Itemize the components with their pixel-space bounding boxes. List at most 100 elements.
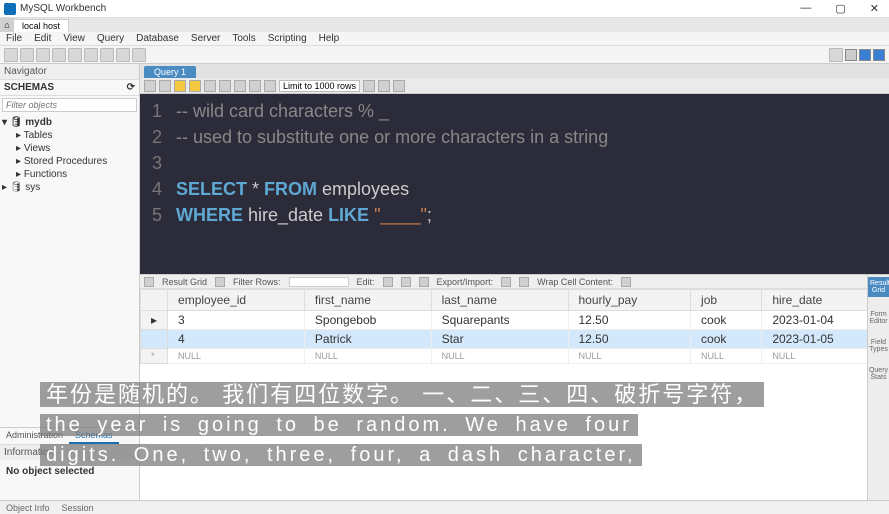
menu-file[interactable]: File [6, 33, 22, 44]
status-session[interactable]: Session [62, 503, 94, 513]
edit-icon[interactable] [419, 277, 429, 287]
info-header: Information [0, 444, 139, 460]
tb-icon[interactable] [393, 80, 405, 92]
window-titlebar: MySQL Workbench — ▢ ✕ [0, 0, 889, 18]
edit-icon[interactable] [401, 277, 411, 287]
tree-sys[interactable]: ▸ 🛢 sys [2, 181, 137, 194]
maximize-button[interactable]: ▢ [829, 2, 851, 15]
schema-tree: ▾ 🛢 mydb ▸ Tables ▸ Views ▸ Stored Proce… [0, 114, 139, 427]
tree-views[interactable]: ▸ Views [2, 142, 137, 155]
result-toolbar: Result Grid Filter Rows: Edit: Export/Im… [140, 275, 889, 289]
query-toolbar: Limit to 1000 rows [140, 78, 889, 94]
menu-help[interactable]: Help [319, 33, 340, 44]
schemas-label: SCHEMAS [4, 82, 54, 93]
query-tabs: Query 1 [140, 64, 889, 78]
tree-sp[interactable]: ▸ Stored Procedures [2, 155, 137, 168]
result-side-panel: Result Grid Form Editor Field Types Quer… [867, 275, 889, 500]
minimize-button[interactable]: — [794, 2, 817, 15]
panel-toggle[interactable] [873, 49, 885, 61]
tb-icon[interactable] [100, 48, 114, 62]
tb-icon[interactable] [36, 48, 50, 62]
panel-toggle[interactable] [845, 49, 857, 61]
filter-rows-input[interactable] [289, 277, 349, 287]
execute-step-icon[interactable] [189, 80, 201, 92]
editor-area: Query 1 Limit to 1000 rows 1-- wild card… [140, 64, 889, 500]
result-grid[interactable]: employee_id first_name last_name hourly_… [140, 289, 889, 364]
query-tab[interactable]: Query 1 [144, 66, 196, 78]
tb-icon[interactable] [84, 48, 98, 62]
tb-icon[interactable] [234, 80, 246, 92]
refresh-icon[interactable]: ⟳ [127, 82, 135, 93]
filter-rows-label: Filter Rows: [233, 277, 281, 287]
tb-icon[interactable] [249, 80, 261, 92]
sp-field-types[interactable]: Field Types [868, 339, 889, 353]
open-sql-icon[interactable] [20, 48, 34, 62]
open-icon[interactable] [144, 80, 156, 92]
edit-icon[interactable] [383, 277, 393, 287]
edit-label: Edit: [357, 277, 375, 287]
navigator-sidebar: Navigator SCHEMAS ⟳ ▾ 🛢 mydb ▸ Tables ▸ … [0, 64, 140, 500]
tree-func[interactable]: ▸ Functions [2, 168, 137, 181]
app-icon [4, 3, 16, 15]
grid-icon[interactable] [144, 277, 154, 287]
menu-query[interactable]: Query [97, 33, 124, 44]
sql-editor[interactable]: 1-- wild card characters % _ 2-- used to… [140, 94, 889, 274]
col-first-name[interactable]: first_name [304, 290, 431, 311]
menu-tools[interactable]: Tools [232, 33, 255, 44]
tb-icon[interactable] [132, 48, 146, 62]
import-icon[interactable] [519, 277, 529, 287]
col-hourly-pay[interactable]: hourly_pay [568, 290, 691, 311]
new-sql-icon[interactable] [4, 48, 18, 62]
table-row-new[interactable]: * NULLNULLNULLNULLNULLNULL [141, 349, 889, 364]
sp-result-grid[interactable]: Result Grid [868, 277, 889, 297]
col-last-name[interactable]: last_name [431, 290, 568, 311]
execute-icon[interactable] [174, 80, 186, 92]
tb-icon[interactable] [829, 48, 843, 62]
panel-toggle[interactable] [859, 49, 871, 61]
menu-server[interactable]: Server [191, 33, 220, 44]
main-toolbar [0, 46, 889, 64]
export-label: Export/Import: [437, 277, 494, 287]
window-title: MySQL Workbench [20, 3, 106, 14]
tb-icon[interactable] [68, 48, 82, 62]
menu-edit[interactable]: Edit [34, 33, 51, 44]
sp-query-stats[interactable]: Query Stats [868, 367, 889, 381]
explain-icon[interactable] [204, 80, 216, 92]
menu-view[interactable]: View [63, 33, 85, 44]
navigator-title: Navigator [0, 64, 139, 80]
connection-tabs: ⌂ local host [0, 18, 889, 32]
result-grid-label: Result Grid [162, 277, 207, 287]
menu-scripting[interactable]: Scripting [268, 33, 307, 44]
export-icon[interactable] [501, 277, 511, 287]
tb-icon[interactable] [378, 80, 390, 92]
menu-database[interactable]: Database [136, 33, 179, 44]
close-button[interactable]: ✕ [864, 2, 885, 15]
stop-icon[interactable] [219, 80, 231, 92]
tb-icon[interactable] [116, 48, 130, 62]
sp-form-editor[interactable]: Form Editor [868, 311, 889, 325]
tb-icon[interactable] [363, 80, 375, 92]
status-object-info[interactable]: Object Info [6, 503, 50, 513]
tree-tables[interactable]: ▸ Tables [2, 129, 137, 142]
col-employee-id[interactable]: employee_id [168, 290, 305, 311]
schemas-header: SCHEMAS ⟳ [0, 80, 139, 96]
connection-tab[interactable]: local host [14, 19, 69, 32]
filter-icon[interactable] [215, 277, 225, 287]
tab-schemas[interactable]: Schemas [69, 428, 119, 444]
col-job[interactable]: job [691, 290, 762, 311]
save-icon[interactable] [159, 80, 171, 92]
table-row[interactable]: ▸ 3SpongebobSquarepants12.50cook2023-01-… [141, 311, 889, 330]
table-row[interactable]: 4PatrickStar12.50cook2023-01-05 [141, 330, 889, 349]
results-panel: Result Grid Filter Rows: Edit: Export/Im… [140, 274, 889, 500]
tree-db[interactable]: ▾ 🛢 mydb [2, 116, 137, 129]
tab-admin[interactable]: Administration [0, 428, 69, 444]
tb-icon[interactable] [264, 80, 276, 92]
wrap-icon[interactable] [621, 277, 631, 287]
sidebar-tabs: Administration Schemas [0, 427, 139, 444]
wrap-label: Wrap Cell Content: [537, 277, 613, 287]
tb-icon[interactable] [52, 48, 66, 62]
limit-select[interactable]: Limit to 1000 rows [279, 80, 360, 92]
filter-input[interactable] [2, 98, 137, 112]
status-bar: Object Info Session [0, 500, 889, 514]
home-icon[interactable]: ⌂ [0, 18, 14, 32]
